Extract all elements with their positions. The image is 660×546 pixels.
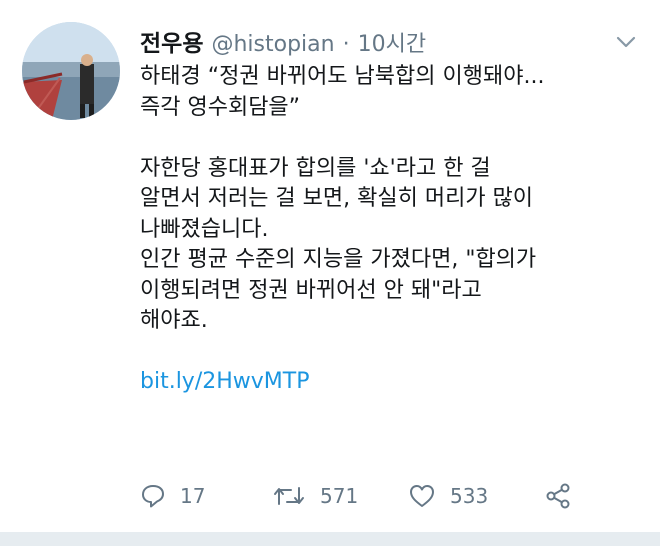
- divider: [0, 532, 660, 546]
- header-separator: ·: [342, 32, 350, 57]
- tweet-text-blank: [140, 337, 640, 368]
- like-count: 533: [450, 484, 489, 508]
- share-icon: [544, 482, 572, 510]
- tweet-text-line: 자한당 홍대표가 합의를 '쇼'라고 한 걸: [140, 155, 491, 181]
- share-button[interactable]: [544, 478, 572, 514]
- tweet-timestamp[interactable]: 10시간: [358, 26, 426, 58]
- heart-icon: [408, 483, 436, 509]
- tweet-header: 전우용 @histopian · 10시간: [140, 24, 426, 58]
- tweet-text-line: 알면서 저러는 걸 보면, 확실히 머리가 많이: [140, 186, 534, 211]
- tweet-text-line: 하태경 “정권 바뀌어도 남북합의 이행돼야...: [140, 64, 545, 89]
- tweet-text-line: 이행되려면 정권 바뀌어선 안 돼"라고: [140, 277, 482, 303]
- tweet-link[interactable]: bit.ly/2HwvMTP: [140, 369, 309, 394]
- retweet-count: 571: [320, 484, 359, 508]
- tweet-text-line: 나빠졌습니다.: [140, 216, 269, 242]
- tweet-text: 하태경 “정권 바뀌어도 남북합의 이행돼야... 즉각 영수회담을” 자한당 …: [140, 62, 640, 398]
- like-button[interactable]: 533: [408, 478, 488, 514]
- author-handle[interactable]: @histopian: [211, 32, 334, 57]
- chevron-down-icon[interactable]: [616, 34, 636, 48]
- tweet-actions: 17 571 533: [140, 478, 640, 514]
- author-name[interactable]: 전우용: [140, 24, 203, 58]
- reply-button[interactable]: 17: [140, 478, 205, 514]
- reply-icon: [140, 483, 166, 509]
- tweet-text-line: 인간 평균 수준의 지능을 가졌다면, "합의가: [140, 247, 537, 272]
- avatar[interactable]: [22, 22, 120, 120]
- tweet-text-blank: [140, 123, 640, 154]
- retweet-icon: [272, 483, 306, 509]
- tweet-card[interactable]: 전우용 @histopian · 10시간 하태경 “정권 바뀌어도 남북합의 …: [0, 0, 660, 546]
- tweet-text-line: 해야죠.: [140, 308, 208, 333]
- reply-count: 17: [180, 484, 206, 508]
- tweet-text-line: 즉각 영수회담을”: [140, 94, 301, 120]
- retweet-button[interactable]: 571: [272, 478, 358, 514]
